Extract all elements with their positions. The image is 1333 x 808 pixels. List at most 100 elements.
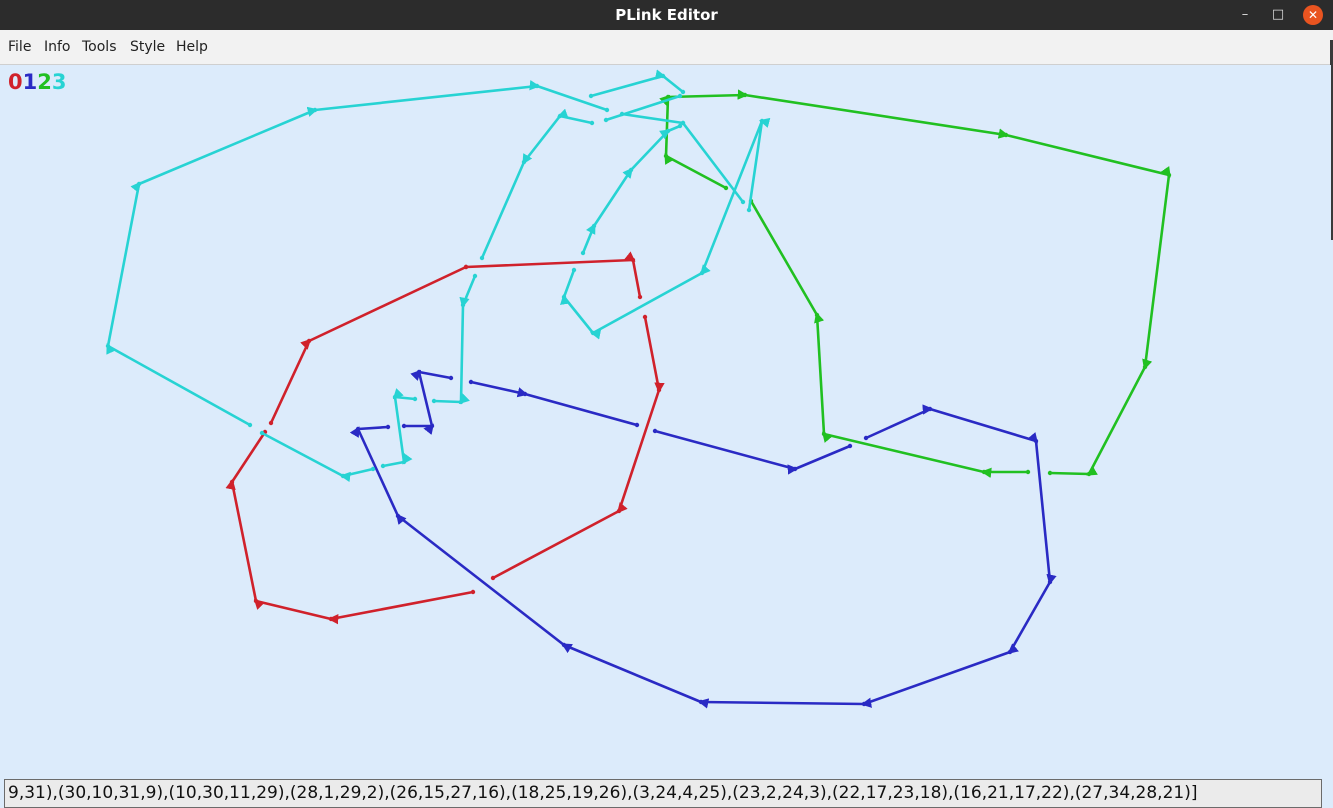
- vertex-handle[interactable]: [616, 508, 622, 514]
- vertex-handle[interactable]: [429, 423, 435, 429]
- component-3-strand-10[interactable]: [589, 69, 685, 98]
- vertex-handle[interactable]: [571, 267, 577, 273]
- vertex-handle[interactable]: [472, 273, 478, 279]
- vertex-handle[interactable]: [395, 513, 401, 519]
- component-2-strand-8[interactable]: [659, 89, 1171, 476]
- vertex-handle[interactable]: [479, 255, 485, 261]
- vertex-handle[interactable]: [229, 479, 235, 485]
- vertex-handle[interactable]: [463, 264, 469, 270]
- component-0-strand-1[interactable]: [491, 315, 665, 580]
- component-label-0[interactable]: 0: [8, 70, 23, 94]
- vertex-handle[interactable]: [1025, 469, 1031, 475]
- vertex-handle[interactable]: [561, 642, 567, 648]
- vertex-handle[interactable]: [253, 598, 259, 604]
- vertex-handle[interactable]: [1047, 470, 1053, 476]
- vertex-handle[interactable]: [699, 270, 705, 276]
- vertex-handle[interactable]: [490, 575, 496, 581]
- vertex-handle[interactable]: [698, 699, 704, 705]
- vertex-handle[interactable]: [634, 422, 640, 428]
- menu-info[interactable]: Info: [44, 30, 71, 64]
- component-3-strand-13[interactable]: [432, 274, 477, 405]
- vertex-handle[interactable]: [590, 330, 596, 336]
- vertex-handle[interactable]: [603, 117, 609, 123]
- link-diagram-canvas[interactable]: [0, 65, 1331, 778]
- vertex-handle[interactable]: [470, 589, 476, 595]
- vertex-handle[interactable]: [534, 83, 540, 89]
- menu-style[interactable]: Style: [130, 30, 165, 64]
- vertex-handle[interactable]: [385, 424, 391, 430]
- vertex-handle[interactable]: [660, 73, 666, 79]
- vertex-handle[interactable]: [742, 92, 748, 98]
- vertex-handle[interactable]: [557, 113, 563, 119]
- vertex-handle[interactable]: [580, 250, 586, 256]
- vertex-handle[interactable]: [268, 420, 274, 426]
- vertex-handle[interactable]: [619, 111, 625, 117]
- vertex-handle[interactable]: [458, 399, 464, 405]
- component-3-strand-15[interactable]: [260, 431, 375, 483]
- vertex-handle[interactable]: [1003, 132, 1009, 138]
- vertex-handle[interactable]: [759, 118, 765, 124]
- vertex-handle[interactable]: [591, 223, 597, 229]
- component-label-3[interactable]: 3: [52, 70, 67, 94]
- vertex-handle[interactable]: [312, 107, 318, 113]
- vertex-handle[interactable]: [412, 396, 418, 402]
- close-button[interactable]: ✕: [1303, 5, 1323, 25]
- component-3-strand-17[interactable]: [620, 112, 685, 125]
- vertex-handle[interactable]: [861, 701, 867, 707]
- component-1-strand-5[interactable]: [653, 429, 852, 475]
- vertex-handle[interactable]: [259, 430, 265, 436]
- component-0-strand-3[interactable]: [269, 265, 468, 425]
- vertex-handle[interactable]: [328, 616, 334, 622]
- vertex-handle[interactable]: [847, 443, 853, 449]
- component-1-strand-4[interactable]: [469, 380, 639, 427]
- vertex-handle[interactable]: [401, 423, 407, 429]
- component-label-1[interactable]: 1: [23, 70, 38, 94]
- vertex-handle[interactable]: [136, 181, 142, 187]
- vertex-handle[interactable]: [1086, 471, 1092, 477]
- vertex-handle[interactable]: [665, 128, 671, 134]
- vertex-handle[interactable]: [814, 312, 820, 318]
- minimize-button[interactable]: –: [1235, 5, 1255, 25]
- vertex-handle[interactable]: [677, 123, 683, 129]
- vertex-handle[interactable]: [340, 473, 346, 479]
- vertex-handle[interactable]: [863, 435, 869, 441]
- vertex-handle[interactable]: [392, 394, 398, 400]
- vertex-handle[interactable]: [723, 185, 729, 191]
- vertex-handle[interactable]: [746, 207, 752, 213]
- vertex-handle[interactable]: [652, 428, 658, 434]
- vertex-handle[interactable]: [588, 93, 594, 99]
- component-0-strand-2[interactable]: [225, 430, 475, 625]
- vertex-handle[interactable]: [680, 89, 686, 95]
- vertex-handle[interactable]: [306, 338, 312, 344]
- vertex-handle[interactable]: [380, 463, 386, 469]
- component-1-strand-6[interactable]: [349, 404, 1057, 709]
- vertex-handle[interactable]: [656, 387, 662, 393]
- vertex-handle[interactable]: [628, 167, 634, 173]
- vertex-handle[interactable]: [927, 406, 933, 412]
- vertex-handle[interactable]: [247, 422, 253, 428]
- vertex-handle[interactable]: [740, 199, 746, 205]
- component-label-2[interactable]: 2: [37, 70, 52, 94]
- vertex-handle[interactable]: [521, 159, 527, 165]
- vertex-handle[interactable]: [589, 120, 595, 126]
- vertex-handle[interactable]: [604, 107, 610, 113]
- vertex-handle[interactable]: [401, 459, 407, 465]
- component-2-strand-9[interactable]: [749, 199, 1030, 479]
- vertex-handle[interactable]: [981, 469, 987, 475]
- vertex-handle[interactable]: [637, 294, 643, 300]
- vertex-handle[interactable]: [1033, 438, 1039, 444]
- vertex-handle[interactable]: [1047, 579, 1053, 585]
- vertex-handle[interactable]: [630, 257, 636, 263]
- vertex-handle[interactable]: [468, 379, 474, 385]
- menu-file[interactable]: File: [8, 30, 31, 64]
- vertex-handle[interactable]: [522, 391, 528, 397]
- vertex-handle[interactable]: [821, 431, 827, 437]
- maximize-button[interactable]: □: [1268, 5, 1288, 25]
- vertex-handle[interactable]: [642, 314, 648, 320]
- vertex-handle[interactable]: [416, 369, 422, 375]
- component-3-strand-16[interactable]: [106, 80, 609, 427]
- vertex-handle[interactable]: [1142, 364, 1148, 370]
- vertex-handle[interactable]: [561, 294, 567, 300]
- vertex-handle[interactable]: [663, 153, 669, 159]
- vertex-handle[interactable]: [1007, 649, 1013, 655]
